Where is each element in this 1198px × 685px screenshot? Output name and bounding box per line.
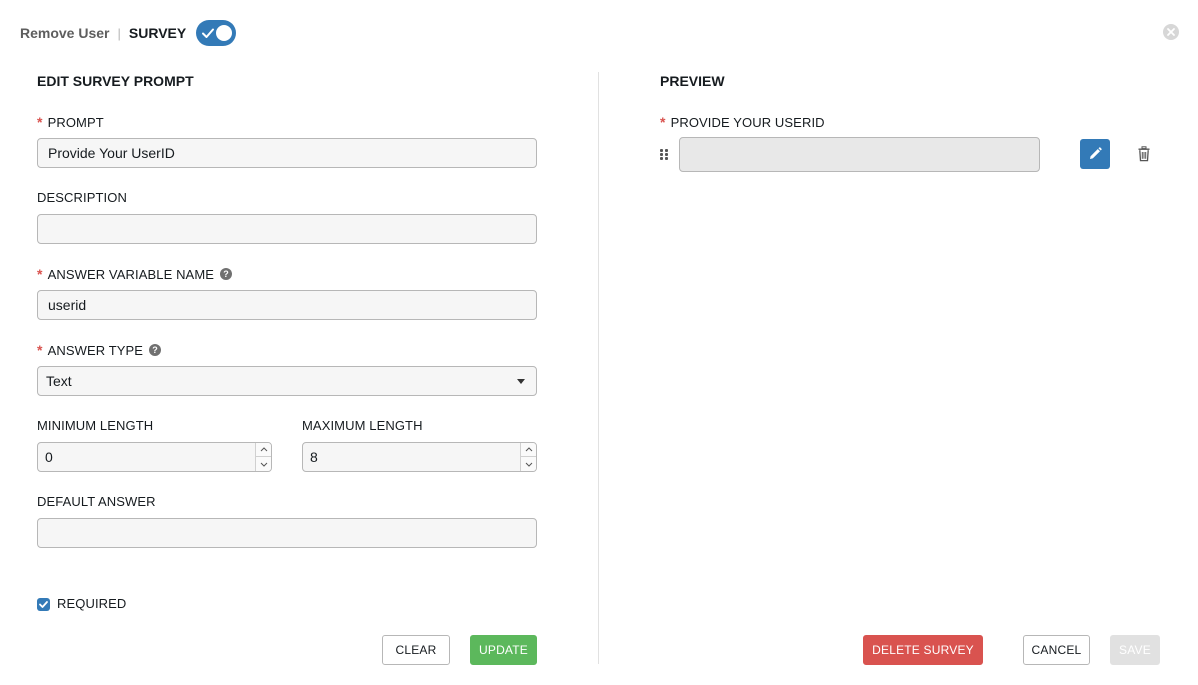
answer-type-select[interactable]: Text — [37, 366, 537, 396]
required-asterisk: * — [660, 114, 666, 130]
maximum-length-spinner[interactable] — [520, 443, 536, 471]
answer-type-selected-value: Text — [46, 373, 72, 389]
trash-icon[interactable] — [1137, 146, 1151, 162]
header-separator: | — [117, 25, 121, 41]
edit-question-button[interactable] — [1080, 139, 1110, 169]
save-button[interactable]: SAVE — [1110, 635, 1160, 665]
chevron-up-icon[interactable] — [521, 443, 536, 457]
question-circle-icon[interactable]: ? — [220, 268, 233, 280]
survey-label: SURVEY — [128, 25, 187, 41]
update-button[interactable]: UPDATE — [470, 635, 537, 665]
prompt-input[interactable]: Provide Your UserID — [37, 138, 537, 168]
check-icon — [202, 28, 215, 38]
cancel-button[interactable]: CANCEL — [1023, 635, 1090, 665]
chevron-up-icon[interactable] — [256, 443, 271, 457]
required-checkbox[interactable] — [37, 598, 50, 611]
check-icon — [39, 601, 48, 608]
chevron-down-icon[interactable] — [521, 457, 536, 471]
preview-question-label: * PROVIDE YOUR USERID — [660, 114, 825, 130]
chevron-down-icon[interactable] — [256, 457, 271, 471]
minimum-length-label: MINIMUM LENGTH — [37, 418, 154, 433]
maximum-length-value: 8 — [310, 449, 318, 465]
prompt-label: * PROMPT — [37, 114, 104, 130]
close-button[interactable] — [1163, 24, 1179, 40]
pencil-icon — [1090, 147, 1102, 159]
answer-type-label-text: ANSWER TYPE — [47, 342, 144, 358]
description-label: DESCRIPTION — [37, 190, 127, 205]
panel-divider — [598, 72, 599, 664]
required-asterisk: * — [37, 114, 43, 130]
prompt-label-text: PROMPT — [47, 114, 104, 130]
preview-question-input — [679, 137, 1040, 172]
maximum-length-input[interactable]: 8 — [302, 442, 537, 472]
minimum-length-spinner[interactable] — [255, 443, 271, 471]
job-template-name: Remove User — [20, 25, 110, 41]
default-answer-label: DEFAULT ANSWER — [37, 494, 156, 509]
required-asterisk: * — [37, 342, 43, 358]
delete-survey-button[interactable]: DELETE SURVEY — [863, 635, 983, 665]
maximum-length-label: MAXIMUM LENGTH — [302, 418, 423, 433]
edit-survey-prompt-title: EDIT SURVEY PROMPT — [37, 73, 194, 89]
caret-down-icon — [517, 379, 525, 384]
required-checkbox-label: REQUIRED — [57, 596, 127, 611]
default-answer-input[interactable] — [37, 518, 537, 548]
answer-variable-name-label: * ANSWER VARIABLE NAME ? — [37, 266, 233, 282]
close-icon — [1167, 28, 1175, 36]
clear-button[interactable]: CLEAR — [382, 635, 450, 665]
drag-handle-icon[interactable] — [660, 149, 669, 161]
toggle-knob — [216, 25, 233, 41]
preview-title: PREVIEW — [660, 73, 725, 89]
answer-variable-name-label-text: ANSWER VARIABLE NAME — [47, 266, 215, 282]
survey-enabled-toggle[interactable] — [196, 20, 237, 46]
answer-variable-name-input[interactable]: userid — [37, 290, 537, 320]
description-input[interactable] — [37, 214, 537, 244]
minimum-length-input[interactable]: 0 — [37, 442, 272, 472]
answer-type-label: * ANSWER TYPE ? — [37, 342, 162, 358]
minimum-length-value: 0 — [45, 449, 53, 465]
preview-question-label-text: PROVIDE YOUR USERID — [670, 114, 825, 130]
question-circle-icon[interactable]: ? — [149, 344, 162, 356]
modal-header: Remove User | SURVEY — [20, 20, 237, 46]
required-asterisk: * — [37, 266, 43, 282]
